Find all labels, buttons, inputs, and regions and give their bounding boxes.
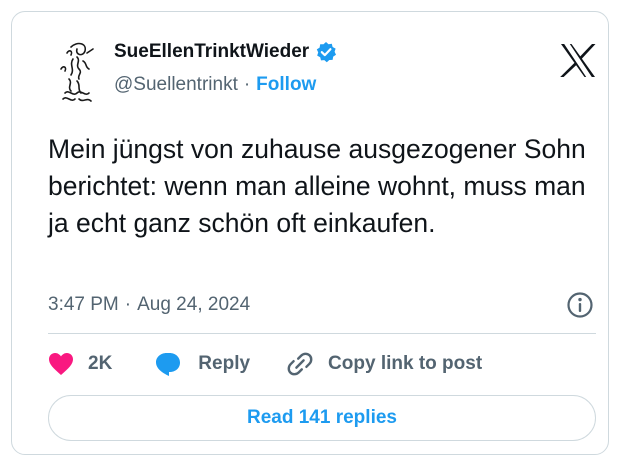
tweet-meta: 3:47 PM · Aug 24, 2024 [48,291,596,319]
read-replies-button[interactable]: Read 141 replies [48,395,596,441]
like-count: 2K [88,353,113,374]
author-handle[interactable]: @Suellentrinkt [114,74,238,96]
copy-link-label: Copy link to post [328,353,483,374]
tweet-date[interactable]: Aug 24, 2024 [137,294,250,316]
follow-link[interactable]: Follow [256,74,316,96]
meta-separator: · [124,294,132,315]
read-replies-label: Read 141 replies [247,407,397,428]
name-row: SueEllenTrinktWieder [114,38,337,66]
handle-separator: · [243,74,251,95]
action-bar: 2K Reply Copy link to post [48,350,482,378]
avatar[interactable] [47,39,105,111]
heart-icon [49,353,73,375]
x-logo-icon[interactable] [560,44,596,77]
verified-badge-icon [316,42,337,63]
tweet-text: Mein jüngst von zuhause ausgezogener Soh… [48,134,586,238]
author-info: SueEllenTrinktWieder @Suellentrinkt · Fo… [114,38,337,96]
reply-button[interactable]: Reply [154,351,250,377]
tweet-card: SueEllenTrinktWieder @Suellentrinkt · Fo… [11,11,609,455]
speech-bubble-icon [156,353,181,376]
link-icon [287,352,313,376]
info-icon[interactable] [566,291,594,319]
tweet-time[interactable]: 3:47 PM [48,294,119,316]
author-display-name[interactable]: SueEllenTrinktWieder [114,41,309,63]
sketch-avatar-icon [60,42,94,102]
reply-label: Reply [198,353,251,374]
handle-row: @Suellentrinkt · Follow [114,74,337,96]
copy-link-button[interactable]: Copy link to post [286,350,482,378]
divider [48,333,596,334]
like-button[interactable]: 2K [48,352,112,376]
